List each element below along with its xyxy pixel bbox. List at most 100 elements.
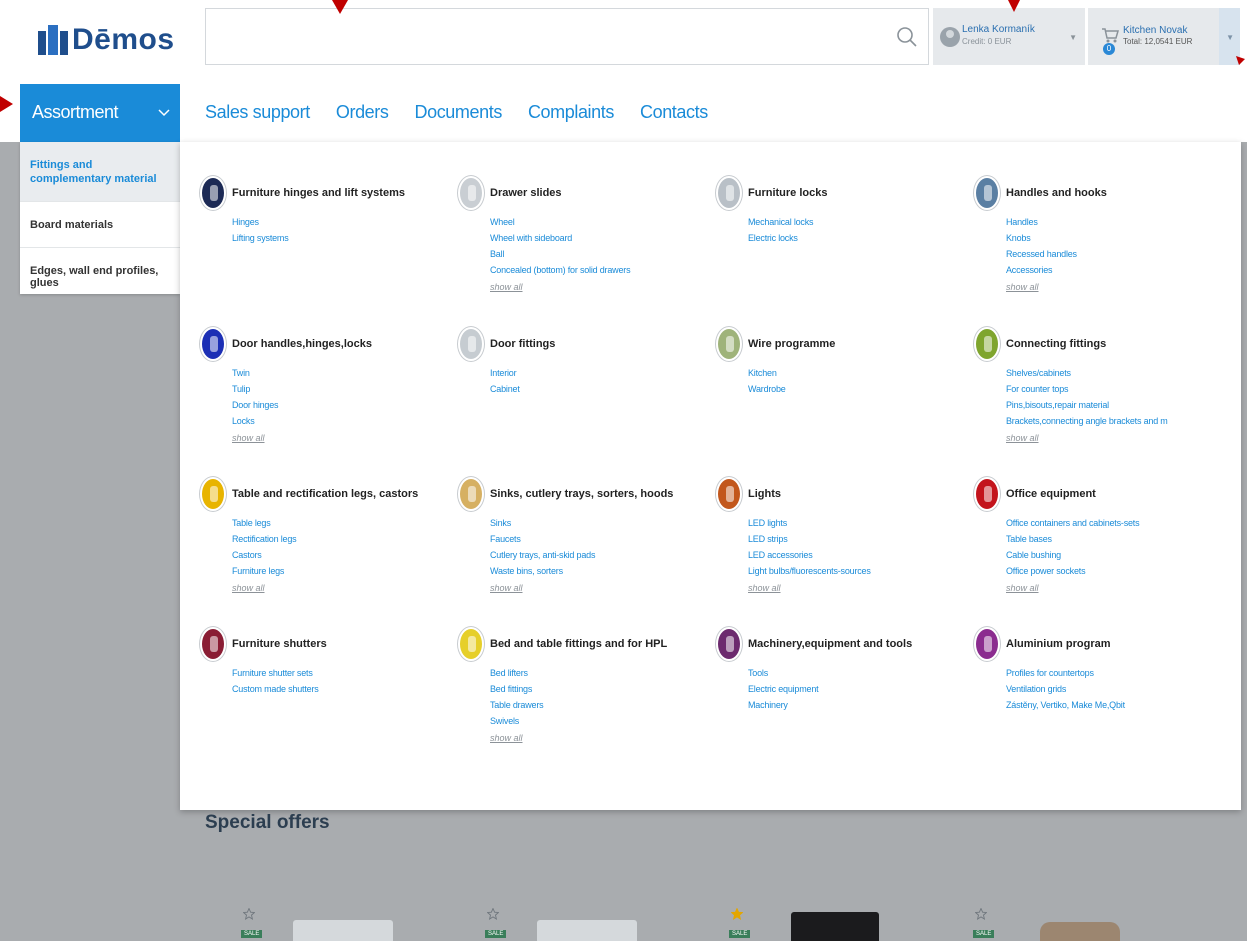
- subcategory-link[interactable]: Ventilation grids: [1006, 681, 1206, 697]
- search-input[interactable]: [206, 9, 928, 64]
- subcategory-link[interactable]: Concealed (bottom) for solid drawers: [490, 262, 690, 278]
- subcategory-link[interactable]: Cutlery trays, anti-skid pads: [490, 547, 690, 563]
- show-all-link[interactable]: show all: [1006, 278, 1219, 296]
- subcategory-link[interactable]: For counter tops: [1006, 381, 1206, 397]
- category-header[interactable]: Drawer slides: [458, 176, 703, 210]
- category-header[interactable]: Table and rectification legs, castors: [200, 477, 445, 511]
- subcategory-link[interactable]: Table drawers: [490, 697, 690, 713]
- subcategory-link[interactable]: Electric locks: [748, 230, 948, 246]
- subcategory-link[interactable]: LED strips: [748, 531, 948, 547]
- subcategory-link[interactable]: Locks: [232, 413, 432, 429]
- show-all-link[interactable]: show all: [490, 579, 703, 597]
- star-icon[interactable]: [731, 908, 743, 920]
- subcategory-link[interactable]: Castors: [232, 547, 432, 563]
- category-header[interactable]: Door fittings: [458, 327, 703, 361]
- subcategory-link[interactable]: Twin: [232, 365, 432, 381]
- category-header[interactable]: Lights: [716, 477, 961, 511]
- subcategory-link[interactable]: Custom made shutters: [232, 681, 432, 697]
- subcategory-link[interactable]: Ball: [490, 246, 690, 262]
- offer-product-image[interactable]: [537, 920, 637, 941]
- subcategory-link[interactable]: Tools: [748, 665, 948, 681]
- subcategory-link[interactable]: Door hinges: [232, 397, 432, 413]
- search-icon[interactable]: [896, 26, 918, 48]
- subcategory-link[interactable]: Wardrobe: [748, 381, 948, 397]
- show-all-link[interactable]: show all: [490, 278, 703, 296]
- category-header[interactable]: Office equipment: [974, 477, 1219, 511]
- sidebar-item-board-materials[interactable]: Board materials: [20, 202, 180, 248]
- category-header[interactable]: Aluminium program: [974, 627, 1219, 661]
- logo[interactable]: Dēmos: [38, 22, 175, 58]
- subcategory-link[interactable]: Kitchen: [748, 365, 948, 381]
- category-header[interactable]: Furniture shutters: [200, 627, 445, 661]
- subcategory-link[interactable]: Light bulbs/fluorescents-sources: [748, 563, 948, 579]
- subcategory-link[interactable]: LED accessories: [748, 547, 948, 563]
- cart-menu[interactable]: 0 Kitchen Novak Total: 12,0541 EUR ▼: [1088, 8, 1240, 65]
- subcategory-link[interactable]: Pins,bisouts,repair material: [1006, 397, 1206, 413]
- nav-link-sales-support[interactable]: Sales support: [205, 102, 310, 123]
- show-all-link[interactable]: show all: [1006, 429, 1219, 447]
- subcategory-link[interactable]: Bed fittings: [490, 681, 690, 697]
- category-header[interactable]: Machinery,equipment and tools: [716, 627, 961, 661]
- subcategory-link[interactable]: LED lights: [748, 515, 948, 531]
- show-all-link[interactable]: show all: [232, 579, 445, 597]
- show-all-link[interactable]: show all: [748, 579, 961, 597]
- subcategory-link[interactable]: Interior: [490, 365, 690, 381]
- subcategory-link[interactable]: Sinks: [490, 515, 690, 531]
- category-header[interactable]: Bed and table fittings and for HPL: [458, 627, 703, 661]
- subcategory-link[interactable]: Accessories: [1006, 262, 1206, 278]
- subcategory-link[interactable]: Office power sockets: [1006, 563, 1206, 579]
- subcategory-link[interactable]: Knobs: [1006, 230, 1206, 246]
- star-icon[interactable]: [243, 908, 255, 920]
- subcategory-link[interactable]: Waste bins, sorters: [490, 563, 690, 579]
- subcategory-link[interactable]: Hinges: [232, 214, 432, 230]
- category-header[interactable]: Door handles,hinges,locks: [200, 327, 445, 361]
- subcategory-link[interactable]: Mechanical locks: [748, 214, 948, 230]
- subcategory-link[interactable]: Bed lifters: [490, 665, 690, 681]
- nav-link-contacts[interactable]: Contacts: [640, 102, 708, 123]
- offer-card[interactable]: SALE: [241, 908, 413, 941]
- category-header[interactable]: Furniture hinges and lift systems: [200, 176, 445, 210]
- star-icon[interactable]: [975, 908, 987, 920]
- offer-card[interactable]: SALE: [729, 908, 901, 941]
- assortment-button[interactable]: Assortment: [20, 84, 180, 142]
- subcategory-link[interactable]: Table bases: [1006, 531, 1206, 547]
- offer-product-image[interactable]: [791, 912, 879, 941]
- subcategory-link[interactable]: Wheel: [490, 214, 690, 230]
- offer-product-image[interactable]: [1040, 922, 1120, 941]
- nav-link-orders[interactable]: Orders: [336, 102, 389, 123]
- subcategory-link[interactable]: Shelves/cabinets: [1006, 365, 1206, 381]
- nav-link-documents[interactable]: Documents: [415, 102, 503, 123]
- subcategory-link[interactable]: Profiles for countertops: [1006, 665, 1206, 681]
- subcategory-link[interactable]: Tulip: [232, 381, 432, 397]
- category-header[interactable]: Furniture locks: [716, 176, 961, 210]
- subcategory-link[interactable]: Zástěny, Vertiko, Make Me,Qbit: [1006, 697, 1206, 713]
- offer-product-image[interactable]: [293, 920, 393, 941]
- subcategory-link[interactable]: Cable bushing: [1006, 547, 1206, 563]
- show-all-link[interactable]: show all: [232, 429, 445, 447]
- subcategory-link[interactable]: Machinery: [748, 697, 948, 713]
- subcategory-link[interactable]: Furniture legs: [232, 563, 432, 579]
- subcategory-link[interactable]: Brackets,connecting angle brackets and m: [1006, 413, 1206, 429]
- offer-card[interactable]: SALE: [973, 908, 1145, 941]
- subcategory-link[interactable]: Wheel with sideboard: [490, 230, 690, 246]
- user-account-menu[interactable]: Lenka Kormaník Credit: 0 EUR ▼: [933, 8, 1085, 65]
- subcategory-link[interactable]: Handles: [1006, 214, 1206, 230]
- subcategory-link[interactable]: Swivels: [490, 713, 690, 729]
- subcategory-link[interactable]: Recessed handles: [1006, 246, 1206, 262]
- subcategory-link[interactable]: Cabinet: [490, 381, 690, 397]
- subcategory-link[interactable]: Table legs: [232, 515, 432, 531]
- category-header[interactable]: Wire programme: [716, 327, 961, 361]
- subcategory-link[interactable]: Rectification legs: [232, 531, 432, 547]
- category-header[interactable]: Sinks, cutlery trays, sorters, hoods: [458, 477, 703, 511]
- category-header[interactable]: Handles and hooks: [974, 176, 1219, 210]
- subcategory-link[interactable]: Electric equipment: [748, 681, 948, 697]
- subcategory-link[interactable]: Lifting systems: [232, 230, 432, 246]
- subcategory-link[interactable]: Faucets: [490, 531, 690, 547]
- sidebar-item-edges[interactable]: Edges, wall end profiles, glues: [20, 248, 180, 294]
- show-all-link[interactable]: show all: [1006, 579, 1219, 597]
- subcategory-link[interactable]: Office containers and cabinets-sets: [1006, 515, 1206, 531]
- offer-card[interactable]: SALE: [485, 908, 657, 941]
- nav-link-complaints[interactable]: Complaints: [528, 102, 614, 123]
- subcategory-link[interactable]: Furniture shutter sets: [232, 665, 432, 681]
- show-all-link[interactable]: show all: [490, 729, 703, 747]
